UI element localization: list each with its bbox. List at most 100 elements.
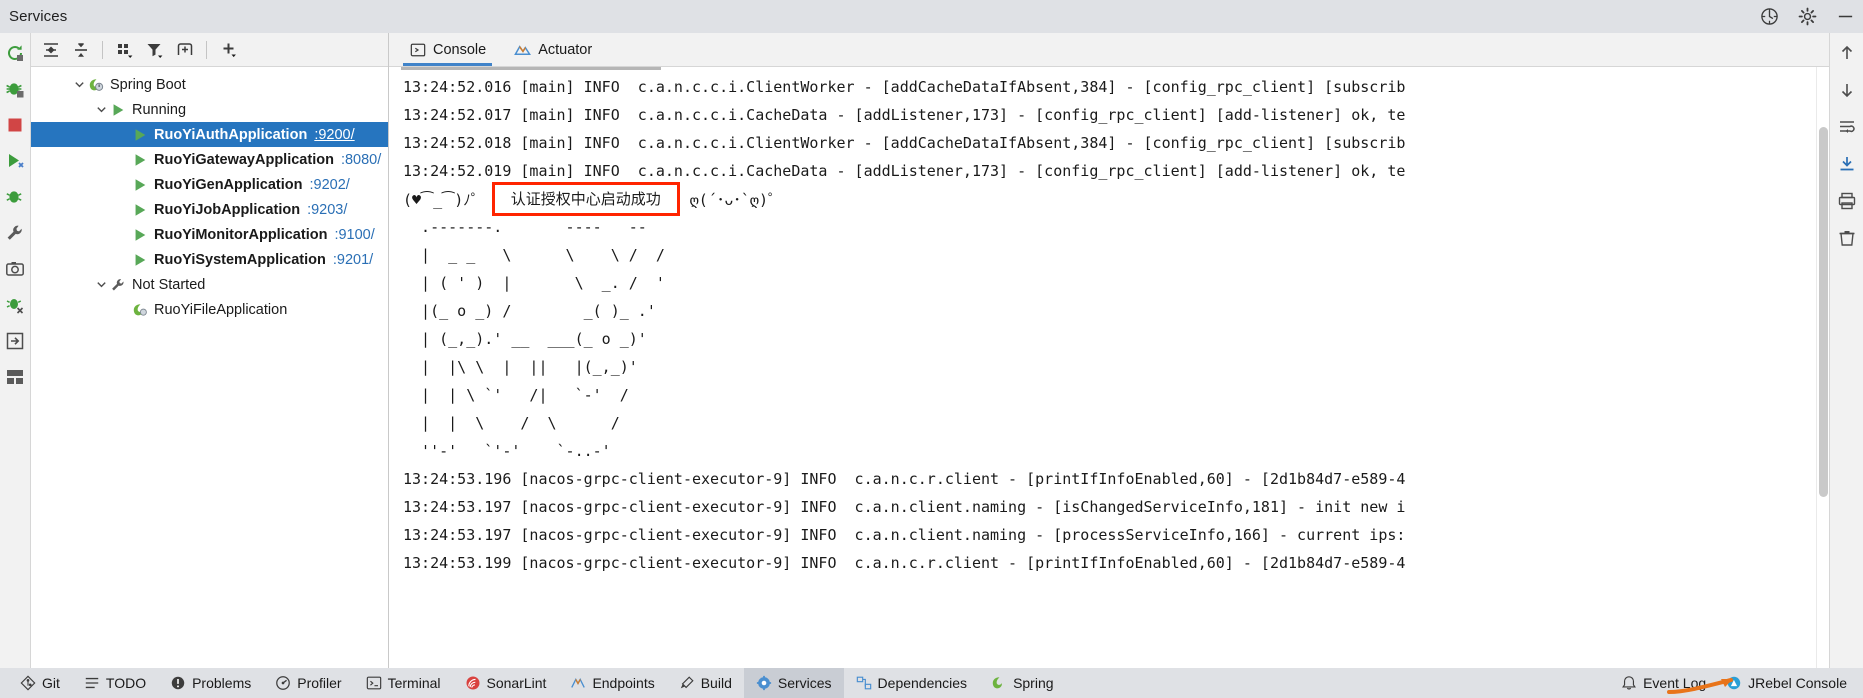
status-bar-item-event-log[interactable]: Event Log [1611, 668, 1716, 698]
tree-item-label: RuoYiAuthApplication [154, 126, 308, 143]
tree-item-RuoYiMonitorApplication[interactable]: RuoYiMonitorApplication:9100/ [31, 222, 388, 247]
run-green-icon [131, 151, 149, 169]
minimize-icon[interactable] [1835, 7, 1855, 27]
git-icon [20, 675, 36, 691]
scrollbar-thumb[interactable] [1819, 127, 1828, 497]
console-vertical-scrollbar[interactable] [1816, 67, 1829, 668]
trash-icon[interactable] [1834, 226, 1860, 250]
scroll-down-icon[interactable] [1834, 78, 1860, 102]
services-icon [756, 675, 772, 691]
wrench-gray-icon [109, 276, 127, 294]
chevron-down-icon[interactable] [93, 102, 109, 118]
spring-boot-icon [87, 76, 105, 94]
wrench-icon[interactable] [3, 221, 27, 245]
layout-icon[interactable] [3, 365, 27, 389]
status-bar-item-jrebel-console[interactable]: JRebel Console [1716, 668, 1857, 698]
horizontal-scroll-indicator[interactable] [401, 67, 661, 70]
spring-icon [991, 675, 1007, 691]
tree-item-RuoYiGatewayApplication[interactable]: RuoYiGatewayApplication :8080/ [31, 147, 388, 172]
status-bar-item-sonarlint[interactable]: SonarLint [453, 668, 559, 698]
camera-icon[interactable] [3, 257, 27, 281]
collapse-all-icon[interactable] [67, 37, 94, 63]
filter-icon[interactable] [141, 37, 168, 63]
service-port-link[interactable]: :9201/ [333, 252, 373, 268]
tab-console[interactable]: Console [395, 33, 500, 66]
soft-wrap-icon[interactable] [1834, 115, 1860, 139]
group-by-icon[interactable] [111, 37, 138, 63]
left-emoticon: (♥⁀_⁀)ﾉ゜ [403, 190, 486, 209]
status-bar-item-build[interactable]: Build [667, 668, 744, 698]
run-with-coverage-icon[interactable] [3, 149, 27, 173]
status-bar-item-label: Profiler [297, 675, 342, 691]
tree-item-label: RuoYiFileApplication [154, 301, 288, 318]
tree-item-RuoYiGenApplication[interactable]: RuoYiGenApplication:9202/ [31, 172, 388, 197]
tree-group-running[interactable]: Running [31, 97, 388, 122]
todo-icon [84, 675, 100, 691]
profiler-icon[interactable] [3, 185, 27, 209]
gear-icon[interactable] [1797, 7, 1817, 27]
tree-item-RuoYiFileApplication[interactable]: RuoYiFileApplication [31, 297, 388, 322]
log-line: 13:24:52.018 [main] INFO c.a.n.c.c.i.Cli… [403, 134, 1406, 152]
run-green-icon [131, 176, 149, 194]
run-green-icon [109, 101, 127, 119]
dependencies-icon [856, 675, 872, 691]
scroll-to-end-icon[interactable] [1834, 152, 1860, 176]
status-bar-item-problems[interactable]: Problems [158, 668, 263, 698]
window-title-actions [1759, 0, 1855, 33]
tree-item-label: RuoYiGatewayApplication [154, 151, 334, 168]
terminal-icon [366, 675, 382, 691]
log-line: 13:24:52.016 [main] INFO c.a.n.c.c.i.Cli… [403, 78, 1406, 96]
right-emoticon: ღ(´･ᴗ･`ღ)゜ [689, 190, 783, 209]
expand-all-icon[interactable] [37, 37, 64, 63]
status-bar-item-label: TODO [105, 675, 147, 691]
chevron-down-icon[interactable] [71, 77, 87, 93]
services-tree[interactable]: Spring Boot Running RuoYiAuthApplication :9… [31, 67, 388, 668]
scroll-up-icon[interactable] [1834, 41, 1860, 65]
debug-icon[interactable] [3, 77, 27, 101]
profiler-icon [275, 675, 291, 691]
service-port-link[interactable]: :8080/ [341, 152, 381, 168]
service-port-link[interactable]: :9200/ [314, 127, 354, 143]
tree-item-label: RuoYiSystemApplication [154, 251, 326, 268]
rerun-icon[interactable] [3, 41, 27, 65]
status-bar-item-git[interactable]: Git [8, 668, 72, 698]
run-actions-sidebar [0, 33, 31, 668]
add-tab-icon[interactable] [171, 37, 198, 63]
log-line: 13:24:52.019 [main] INFO c.a.n.c.c.i.Cac… [403, 162, 1406, 180]
print-icon[interactable] [1834, 189, 1860, 213]
window-title-bar: Services [0, 0, 1863, 33]
status-bar-item-endpoints[interactable]: Endpoints [558, 668, 666, 698]
status-bar-item-label: Event Log [1643, 675, 1707, 691]
status-bar-item-todo[interactable]: TODO [72, 668, 158, 698]
tree-item-RuoYiSystemApplication[interactable]: RuoYiSystemApplication :9201/ [31, 247, 388, 272]
tree-item-RuoYiAuthApplication[interactable]: RuoYiAuthApplication :9200/ [31, 122, 388, 147]
console-output-wrap: 13:24:52.016 [main] INFO c.a.n.c.c.i.Cli… [389, 67, 1829, 668]
services-tool-window: Services Spring Boot Running RuoYiAuthAp… [0, 0, 1863, 698]
stop-icon[interactable] [3, 113, 27, 137]
status-bar: Git TODO Problems Profiler Terminal SonarLint… [0, 668, 1863, 698]
console-output[interactable]: 13:24:52.016 [main] INFO c.a.n.c.c.i.Cli… [389, 67, 1816, 668]
log-line: 13:24:53.196 [nacos-grpc-client-executor… [403, 470, 1406, 488]
tree-group-not-started[interactable]: Not Started [31, 272, 388, 297]
status-bar-item-terminal[interactable]: Terminal [354, 668, 453, 698]
chevron-down-icon[interactable] [93, 277, 109, 293]
status-bar-item-dependencies[interactable]: Dependencies [844, 668, 980, 698]
add-service-icon[interactable] [215, 37, 242, 63]
tree-item-RuoYiJobApplication[interactable]: RuoYiJobApplication:9203/ [31, 197, 388, 222]
thread-dump-icon[interactable] [3, 293, 27, 317]
tree-item-label: Spring Boot [110, 76, 186, 93]
settings-sync-icon[interactable] [1759, 7, 1779, 27]
tab-actuator[interactable]: Actuator [500, 33, 606, 66]
service-port-link[interactable]: :9203/ [307, 202, 347, 218]
attach-icon[interactable] [3, 329, 27, 353]
services-tree-panel: Spring Boot Running RuoYiAuthApplication :9… [31, 33, 389, 668]
run-green-icon [131, 251, 149, 269]
actuator-icon [514, 41, 532, 58]
tree-item-spring-boot[interactable]: Spring Boot [31, 72, 388, 97]
status-bar-item-profiler[interactable]: Profiler [263, 668, 353, 698]
status-bar-item-spring[interactable]: Spring [979, 668, 1065, 698]
service-port-link[interactable]: :9100/ [334, 227, 374, 243]
service-port-link[interactable]: :9202/ [310, 177, 350, 193]
tool-window-body: Spring Boot Running RuoYiAuthApplication :9… [0, 33, 1863, 668]
status-bar-item-services[interactable]: Services [743, 668, 844, 698]
